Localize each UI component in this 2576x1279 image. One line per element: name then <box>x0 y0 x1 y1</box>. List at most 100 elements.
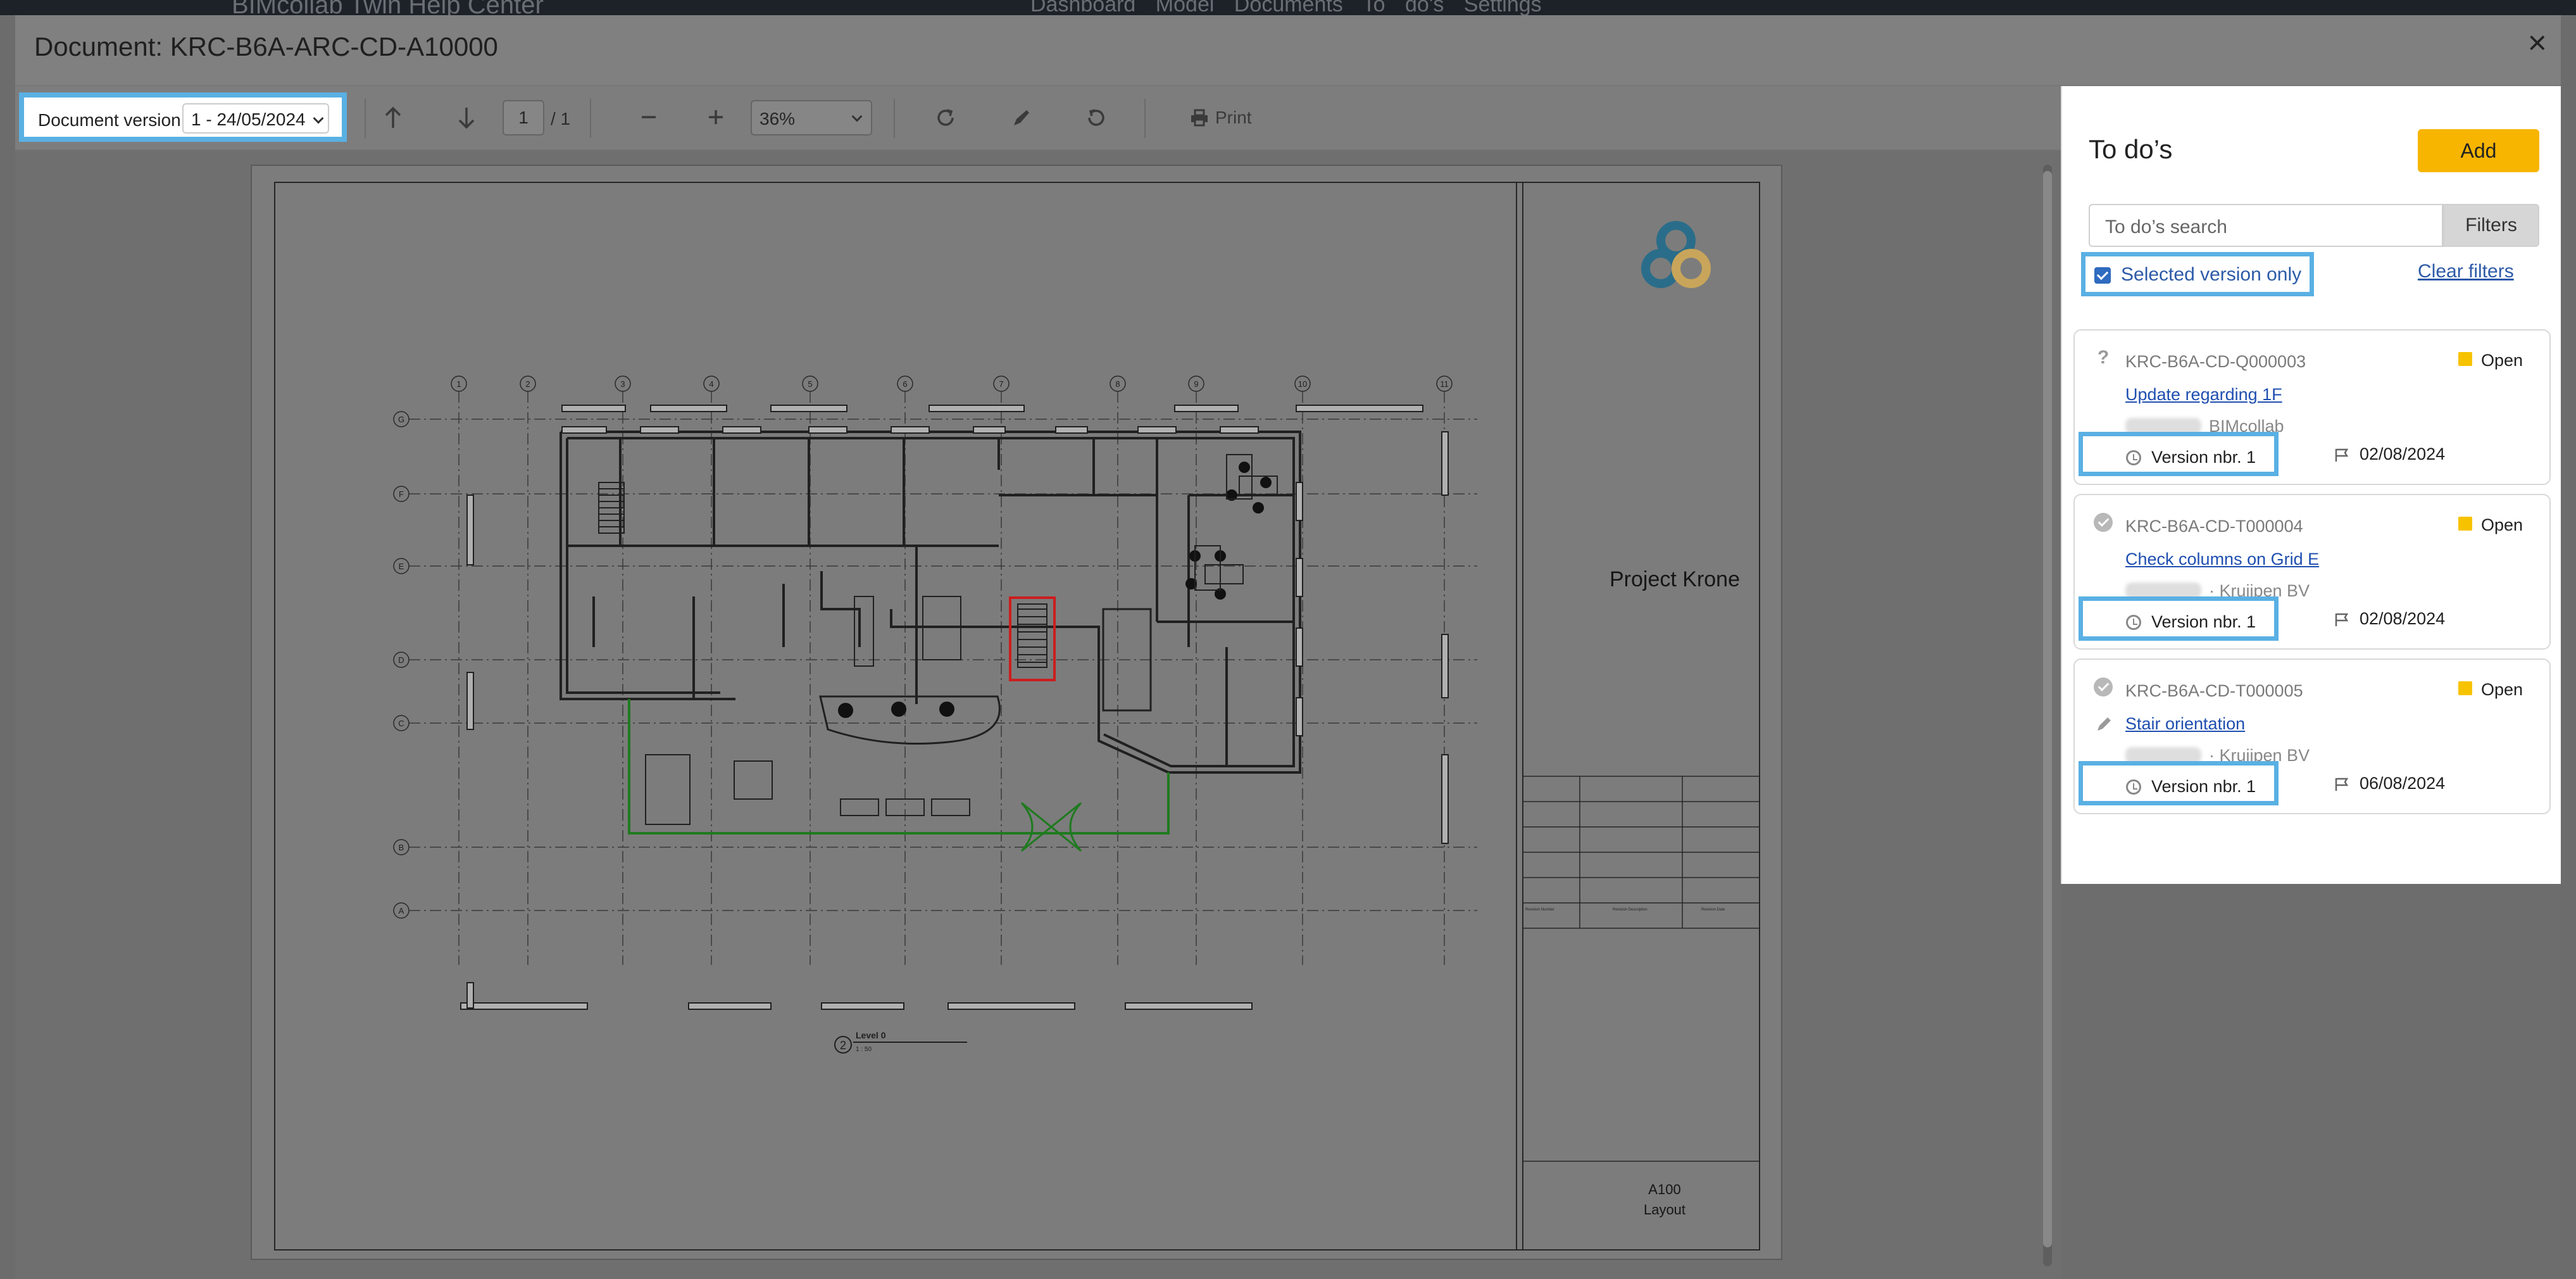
todo-status: Open <box>2481 515 2523 534</box>
print-label: Print <box>1215 108 1252 127</box>
page-number-input[interactable]: 1 <box>503 100 544 135</box>
markup-pen-icon[interactable] <box>1010 106 1033 129</box>
todo-title-link[interactable]: Update regarding 1F <box>2125 385 2282 405</box>
undo-icon[interactable] <box>1085 106 1108 129</box>
view-number: 2 <box>840 1039 846 1052</box>
selected-version-label: Selected version only <box>2121 264 2302 285</box>
zoom-in-icon[interactable] <box>706 108 725 127</box>
drawing-sheet: 1 2 3 4 5 6 7 8 9 10 11 G F E D C B A 2 … <box>251 165 1782 1260</box>
question-icon: ? <box>2097 347 2110 368</box>
grid-column-label: 5 <box>808 379 812 389</box>
rotate-clockwise-icon[interactable] <box>934 106 957 129</box>
toolbar-divider <box>590 99 591 138</box>
close-icon[interactable]: × <box>2528 27 2547 60</box>
grid-column-label: 11 <box>1440 379 1449 389</box>
flag-icon <box>2335 778 2349 791</box>
grid-row-label: F <box>399 489 404 499</box>
todo-version-badge: Version nbr. 1 <box>2079 432 2279 476</box>
stair-highlight <box>1009 596 1056 681</box>
todo-version: Version nbr. 1 <box>2151 612 2256 631</box>
revision-header-description: Revision Description <box>1613 908 1648 912</box>
grid-column-label: 1 <box>456 379 461 389</box>
view-tag: 2 Level 0 1 : 50 <box>834 1030 967 1054</box>
todo-version: Version nbr. 1 <box>2151 448 2256 467</box>
check-circle-icon <box>2094 513 2113 532</box>
pencil-icon <box>2098 717 2111 731</box>
arrow-down-icon[interactable] <box>456 105 477 130</box>
filters-button[interactable]: Filters <box>2443 204 2539 247</box>
floor-plan-drawing: 1 2 3 4 5 6 7 8 9 10 11GFEDCBA 2 Level 0… <box>274 182 1760 1251</box>
zoom-select[interactable]: 36% <box>751 100 872 135</box>
status-indicator <box>2458 352 2472 366</box>
todo-id: KRC-B6A-CD-Q000003 <box>2125 352 2306 371</box>
grid-column-label: 4 <box>709 379 713 389</box>
document-version-label: Document version <box>38 110 181 130</box>
todo-search-input[interactable]: To do’s search <box>2089 204 2443 247</box>
grid-column-label: 6 <box>903 379 907 389</box>
grid-row-label: D <box>398 655 404 665</box>
grid-column-label: 3 <box>620 379 625 389</box>
chevron-down-icon <box>313 113 324 124</box>
grid-row-label: G <box>398 415 404 424</box>
document-version-select[interactable]: 1 - 24/05/2024 <box>182 103 329 134</box>
todo-status: Open <box>2481 680 2523 699</box>
print-button[interactable]: Print <box>1190 108 1252 128</box>
grid-column-label: 2 <box>525 379 530 389</box>
todo-title-link[interactable]: Stair orientation <box>2125 714 2245 734</box>
clear-filters-link[interactable]: Clear filters <box>2418 261 2514 282</box>
furniture <box>645 454 1278 825</box>
todo-card[interactable]: KRC-B6A-CD-T000005 Open Stair orientatio… <box>2073 658 2551 814</box>
grid-lines <box>409 391 1477 965</box>
revision-header-number: Revision Number <box>1525 908 1554 912</box>
selected-version-only-filter[interactable]: Selected version only <box>2081 252 2314 296</box>
sheet-border <box>274 182 1760 1251</box>
todo-due-date: 02/08/2024 <box>2360 609 2446 628</box>
document-version-control: Document version 1 - 24/05/2024 <box>19 92 347 142</box>
todo-version-badge: Version nbr. 1 <box>2079 761 2279 805</box>
document-modal: Document: KRC-B6A-ARC-CD-A10000 × Docume… <box>15 15 2561 1279</box>
todo-card[interactable]: ? KRC-B6A-CD-Q000003 Open Update regardin… <box>2073 329 2551 485</box>
viewer-scrollbar[interactable] <box>2043 165 2052 1266</box>
grid-column-label: 10 <box>1298 379 1307 389</box>
clock-icon <box>2126 450 2141 465</box>
scrollbar-thumb[interactable] <box>2043 171 2052 1247</box>
check-circle-icon <box>2094 677 2113 696</box>
todo-version-badge: Version nbr. 1 <box>2079 596 2279 641</box>
flag-icon <box>2335 613 2349 626</box>
todo-card[interactable]: KRC-B6A-CD-T000004 Open Check columns on… <box>2073 494 2551 650</box>
clock-icon <box>2126 779 2141 795</box>
sheet-number: A100 <box>1648 1181 1680 1197</box>
background-nav-settings: Settings <box>1463 0 1542 15</box>
view-scale: 1 : 50 <box>856 1046 872 1053</box>
printer-icon <box>1191 109 1208 127</box>
title-block: Project Krone Revision Number Revision D… <box>1522 221 1760 1218</box>
route-path <box>628 699 1170 835</box>
clock-icon <box>2126 615 2141 630</box>
document-viewer[interactable]: 1 2 3 4 5 6 7 8 9 10 11 G F E D C B A 2 … <box>15 151 2061 1279</box>
page-total: / 1 <box>551 109 571 129</box>
toolbar-divider <box>894 99 895 138</box>
door-swing <box>1020 802 1082 852</box>
revision-header-date: Revision Date <box>1701 908 1725 912</box>
view-name: Level 0 <box>856 1030 886 1040</box>
background-nav-model: Model <box>1155 0 1215 15</box>
status-indicator <box>2458 517 2472 531</box>
sheet-name: Layout <box>1644 1202 1685 1218</box>
grid-column-label: 9 <box>1194 379 1198 389</box>
arrow-up-icon[interactable] <box>382 105 404 130</box>
todo-title-link[interactable]: Check columns on Grid E <box>2125 550 2319 569</box>
flag-icon <box>2335 448 2349 462</box>
add-todo-button[interactable]: Add <box>2418 129 2539 172</box>
zoom-out-icon[interactable] <box>639 108 658 127</box>
grid-row-label: B <box>399 843 404 852</box>
todo-panel-title: To do’s <box>2089 134 2173 164</box>
modal-header: Document: KRC-B6A-ARC-CD-A10000 × <box>15 15 2561 86</box>
background-nav-dashboard: Dashboard <box>1030 0 1136 15</box>
grid-column-label: 8 <box>1115 379 1120 389</box>
todo-panel: To do’s Add To do’s search Filters Selec… <box>2061 86 2561 884</box>
viewer-toolbar: Document version 1 - 24/05/2024 1 / 1 36… <box>15 86 2061 151</box>
todo-status: Open <box>2481 351 2523 370</box>
selected-version-checkbox[interactable] <box>2094 267 2111 284</box>
building-walls <box>560 431 1301 774</box>
status-indicator <box>2458 681 2472 695</box>
